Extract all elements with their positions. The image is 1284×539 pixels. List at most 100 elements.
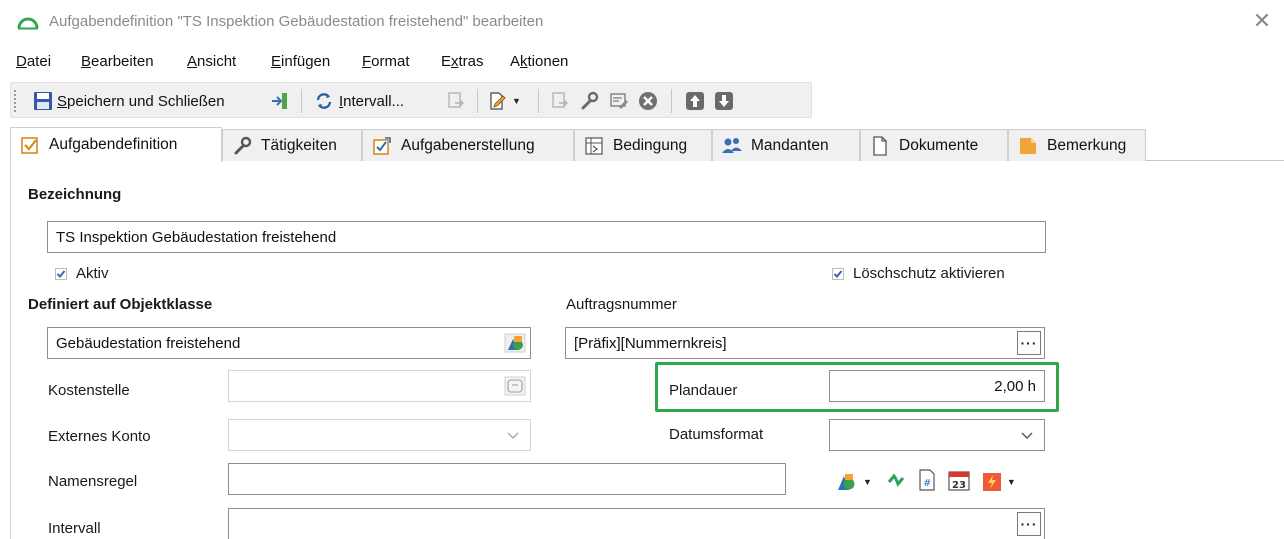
- auftragsnummer-label: Auftragsnummer: [566, 296, 677, 313]
- tab-mandanten[interactable]: Mandanten: [712, 129, 860, 161]
- namensregel-tools: ▼ # 23 ▼: [836, 469, 1016, 495]
- intervall-ellipsis-button[interactable]: ···: [1017, 512, 1041, 536]
- plandauer-value: 2,00 h: [994, 377, 1036, 395]
- cancel-button[interactable]: [638, 89, 658, 113]
- toolbar-disabled-1[interactable]: [551, 89, 569, 113]
- arrow-up-icon: [686, 92, 704, 110]
- tab-aufgabenerstellung[interactable]: Aufgabenerstellung: [362, 129, 574, 161]
- objektklasse-input[interactable]: Gebäudestation freistehend: [47, 327, 531, 359]
- dropdown-arrow-icon: ▼: [512, 96, 521, 106]
- objektklasse-label: Definiert auf Objektklasse: [28, 296, 213, 313]
- menu-datei[interactable]: Datei: [16, 53, 51, 70]
- auftragsnummer-input[interactable]: [Präfix][Nummernkreis] ···: [565, 327, 1045, 359]
- tab-bedingung[interactable]: Bedingung: [574, 129, 712, 161]
- plandauer-input[interactable]: 2,00 h: [829, 370, 1045, 402]
- auftragsnummer-value: [Präfix][Nummernkreis]: [574, 334, 727, 352]
- edit-form-button[interactable]: [609, 89, 629, 113]
- objektklasse-value: Gebäudestation freistehend: [56, 334, 241, 352]
- insert-object-class-button[interactable]: ▼: [836, 472, 872, 492]
- datumsformat-label: Datumsformat: [669, 426, 764, 443]
- kostenstelle-label: Kostenstelle: [48, 382, 130, 399]
- interval-button[interactable]: Intervall...: [315, 89, 404, 113]
- move-up-button[interactable]: [685, 89, 705, 113]
- toolbar-separator: [671, 89, 672, 113]
- tab-taetigkeiten[interactable]: Tätigkeiten: [222, 129, 362, 161]
- plandauer-label: Plandauer: [669, 382, 738, 399]
- tab-bemerkung[interactable]: Bemerkung: [1008, 129, 1146, 161]
- intervall-input[interactable]: ···: [228, 508, 1045, 539]
- object-class-picker-button[interactable]: [503, 331, 527, 355]
- bezeichnung-input[interactable]: TS Inspektion Gebäudestation freistehend: [47, 221, 1046, 253]
- toolbar-separator: [301, 89, 302, 113]
- note-icon: [1020, 137, 1036, 154]
- insert-number-button[interactable]: #: [918, 469, 936, 495]
- namensregel-input[interactable]: [228, 463, 786, 495]
- svg-text:#: #: [923, 478, 931, 489]
- datumsformat-select[interactable]: [829, 419, 1045, 451]
- edit-dropdown-button[interactable]: ▼: [489, 89, 521, 113]
- namensregel-label: Namensregel: [48, 473, 138, 490]
- toolbar-grip[interactable]: [14, 90, 17, 112]
- aktiv-label: Aktiv: [76, 265, 109, 282]
- menu-extras[interactable]: Extras: [441, 53, 484, 70]
- task-create-icon: [373, 136, 391, 155]
- tab-strip: Aufgabendefinition Tätigkeiten Aufgabene…: [10, 127, 1284, 162]
- loeschschutz-checkbox[interactable]: Löschschutz aktivieren: [832, 265, 1005, 282]
- toolbar: Speichern und Schließen Intervall... ▼: [10, 82, 812, 118]
- kostenstelle-input[interactable]: [228, 370, 531, 402]
- arrow-down-icon: [715, 92, 733, 110]
- save-icon: [34, 92, 52, 110]
- insert-hierarchy-button[interactable]: [886, 470, 906, 494]
- intervall-label: Intervall: [48, 520, 101, 537]
- copy-disabled-icon: [448, 92, 464, 108]
- insert-date-button[interactable]: 23: [948, 469, 970, 495]
- wrench-icon: [234, 136, 252, 154]
- aktiv-checkbox[interactable]: Aktiv: [55, 265, 109, 282]
- interval-cycle-icon: [316, 93, 332, 109]
- menu-ansicht[interactable]: Ansicht: [187, 53, 236, 70]
- tab-dokumente[interactable]: Dokumente: [860, 129, 1008, 161]
- number-field-icon: #: [919, 469, 935, 491]
- dropdown-arrow-icon: ▼: [1006, 477, 1016, 487]
- menu-format[interactable]: Format: [362, 53, 410, 70]
- dropdown-arrow-icon: ▼: [863, 477, 872, 487]
- auftragsnummer-ellipsis-button[interactable]: ···: [1017, 331, 1041, 355]
- menu-aktionen[interactable]: Aktionen: [510, 53, 568, 70]
- condition-icon: [585, 136, 603, 155]
- tools-button[interactable]: [579, 89, 599, 113]
- edit-icon: [490, 92, 506, 110]
- calendar-icon: 23: [948, 471, 970, 491]
- title-bar: Aufgabendefinition "TS Inspektion Gebäud…: [0, 0, 1284, 46]
- tab-aufgabendefinition[interactable]: Aufgabendefinition: [10, 127, 222, 162]
- chevron-down-icon: [1021, 432, 1033, 439]
- cancel-circle-icon: [639, 92, 657, 110]
- toolbar-separator: [538, 89, 539, 113]
- externes-konto-label: Externes Konto: [48, 428, 151, 445]
- picker-disabled-icon: [504, 376, 526, 396]
- kostenstelle-picker-button[interactable]: [503, 374, 527, 398]
- copy-interval-button[interactable]: [447, 89, 465, 113]
- hierarchy-arrows-icon: [887, 473, 905, 487]
- externes-konto-select[interactable]: [228, 419, 531, 451]
- checkbox-checked-icon: [55, 267, 67, 280]
- menu-bearbeiten[interactable]: Bearbeiten: [81, 53, 154, 70]
- exit-door-icon: [272, 93, 287, 109]
- users-icon: [722, 137, 742, 153]
- lightning-function-icon: [982, 473, 1001, 491]
- svg-text:23: 23: [952, 480, 966, 491]
- task-check-icon: [21, 137, 38, 154]
- menu-bar: Datei Bearbeiten Ansicht Einfügen Format…: [0, 50, 1284, 76]
- exit-button[interactable]: [271, 89, 289, 113]
- insert-function-button[interactable]: ▼: [982, 472, 1016, 492]
- save-and-close-button[interactable]: Speichern und Schließen: [33, 89, 225, 113]
- menu-einfuegen[interactable]: Einfügen: [271, 53, 330, 70]
- checkbox-checked-icon: [832, 267, 844, 280]
- bezeichnung-value: TS Inspektion Gebäudestation freistehend: [56, 228, 337, 246]
- toolbar-separator: [477, 89, 478, 113]
- object-class-icon: [504, 333, 526, 353]
- copy-disabled-icon: [552, 92, 568, 108]
- form-edit-icon: [610, 93, 628, 109]
- move-down-button[interactable]: [714, 89, 734, 113]
- chevron-down-icon: [507, 432, 519, 439]
- close-window-button[interactable]: ✕: [1249, 8, 1275, 34]
